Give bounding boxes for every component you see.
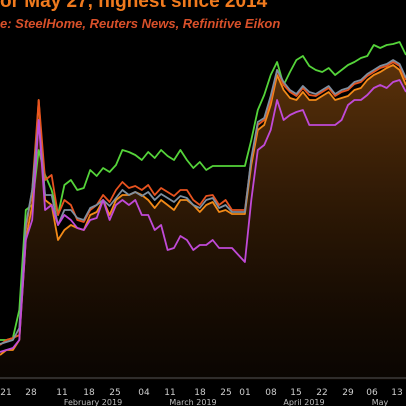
x-month-label: May	[372, 398, 389, 406]
x-month-label: March 2019	[169, 398, 216, 406]
x-tick-label: 18	[194, 388, 206, 398]
x-tick-label: 29	[342, 388, 354, 398]
x-tick-label: 06	[366, 388, 378, 398]
chart-title: or May 27, highest since 2014	[0, 0, 268, 12]
x-axis-months: February 2019 March 2019 April 2019 May	[64, 398, 389, 406]
x-tick-label: 18	[83, 388, 95, 398]
x-tick-label: 21	[0, 388, 11, 398]
x-month-label: April 2019	[283, 398, 324, 406]
x-tick-label: 04	[138, 388, 150, 398]
line-chart: 21 28 11 18 25 04 11 18 25 01 08 15 22 29 06 13 Februar…	[0, 41, 406, 406]
chart-source-note: e: SteelHome, Reuters News, Refinitive E…	[0, 16, 281, 31]
x-tick-label: 11	[164, 388, 175, 398]
x-tick-label: 01	[239, 388, 250, 398]
x-tick-label: 11	[56, 388, 67, 398]
x-tick-label: 22	[316, 388, 327, 398]
x-tick-label: 25	[109, 388, 120, 398]
x-month-label: February 2019	[64, 398, 122, 406]
x-tick-label: 08	[265, 388, 277, 398]
x-tick-label: 25	[220, 388, 231, 398]
x-tick-label: 13	[391, 388, 402, 398]
x-tick-label: 28	[25, 388, 37, 398]
x-tick-label: 15	[290, 388, 301, 398]
x-axis-ticks: 21 28 11 18 25 04 11 18 25 01 08 15 22 29 06 13	[0, 388, 402, 398]
